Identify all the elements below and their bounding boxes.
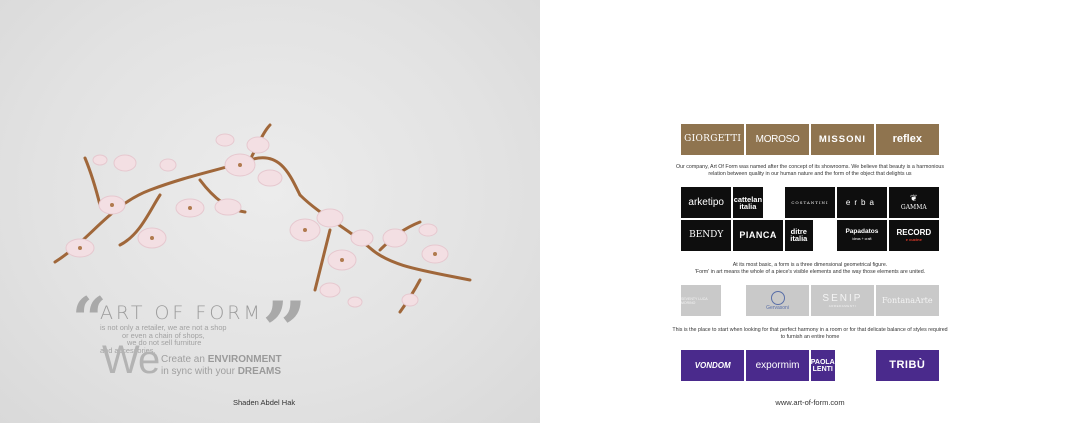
slogan-line-1: Create an ENVIRONMENT <box>161 355 282 365</box>
brand-logos-group-2: arketipo cattelan italia COSTANTINI erba… <box>681 187 939 251</box>
record-subtext: e cucine <box>905 236 922 242</box>
author-name: Shaden Abdel Hak <box>233 398 296 407</box>
left-page: “ ART OF FORM is not only a retailer, we… <box>0 0 540 423</box>
paragraph-line: to furnish an entire home <box>780 334 840 341</box>
slogan-1-emphasis: ENVIRONMENT <box>207 354 282 365</box>
logo-fontanaarte: FontanaArte <box>875 285 939 316</box>
logo-ditre-italia: ditre italia <box>784 219 813 251</box>
logo-vondom: VONDOM <box>681 350 745 381</box>
logo-senip: SENIP ARREDAMENTI <box>810 285 875 316</box>
logo-pianca: PIANCA <box>732 219 784 251</box>
papadatos-label: Papadatos <box>845 228 879 236</box>
logo-expormim: expormim <box>745 350 810 381</box>
logo-moroso: MOROSO <box>745 124 810 155</box>
logo-papadatos: Papadatos ideas + craft <box>836 219 888 251</box>
gamma-label: GAMMA <box>900 203 927 211</box>
logo-giorgetti: GIORGETTI <box>681 124 745 155</box>
logo-bendy: BENDY <box>681 219 732 251</box>
paragraph-line: Our company, Art Of Form was named after… <box>675 164 944 170</box>
logo-record: RECORD e cucine <box>888 219 939 251</box>
website-url[interactable]: www.art-of-form.com <box>740 398 880 407</box>
brand-logos-group-1: GIORGETTI MOROSO MISSONI reflex <box>681 124 939 155</box>
logo-seventy: SEVENTY LUCA MORINO <box>681 285 721 316</box>
right-page: GIORGETTI MOROSO MISSONI reflex Our comp… <box>540 0 1080 423</box>
gamma-emblem-icon: ❦ <box>910 193 918 204</box>
logo-gamma: ❦ GAMMA <box>888 187 939 219</box>
logo-paola-lenti: PAOLA LENTI <box>810 350 835 381</box>
senip-subtext: ARREDAMENTI <box>828 303 857 308</box>
senip-label: SENIP <box>822 292 863 304</box>
logo-gervasoni: Gervasoni <box>745 285 810 316</box>
logo-missoni: MISSONI <box>810 124 875 155</box>
logo-tribu: TRIBÙ <box>875 350 939 381</box>
slogan-line-2: in sync with your DREAMS <box>161 367 281 377</box>
logo-cattelan-italia: cattelan italia <box>732 187 763 219</box>
quote-we: We <box>102 338 160 382</box>
brand-logos-group-4: VONDOM expormim PAOLA LENTI TRIBÙ <box>681 350 939 381</box>
logo-reflex: reflex <box>875 124 939 155</box>
gervasoni-emblem-icon <box>770 290 785 305</box>
paragraph-form: At its most basic, a form is a three dim… <box>670 262 950 277</box>
slogan-2-prefix: in sync with your <box>161 366 238 377</box>
paragraph-company: Our company, Art Of Form was named after… <box>670 164 950 179</box>
logo-erba: erba <box>836 187 888 219</box>
quote-brand: ART OF FORM <box>100 302 263 324</box>
logo-costantini: COSTANTINI <box>784 187 836 219</box>
slogan-1-prefix: Create an <box>161 354 208 365</box>
glass-flowers <box>65 133 449 308</box>
logo-arketipo: arketipo <box>681 187 732 219</box>
paragraph-line: At its most basic, a form is a three dim… <box>732 262 888 268</box>
gervasoni-label: Gervasoni <box>766 304 789 311</box>
paragraph-line: This is the place to start when looking … <box>672 327 948 333</box>
quote-block: “ ART OF FORM is not only a retailer, we… <box>72 290 312 390</box>
paragraph-line: relation between quality in our human na… <box>708 171 912 178</box>
paragraph-place: This is the place to start when looking … <box>670 327 950 342</box>
paragraph-line: 'Form' in art means the whole of a piece… <box>694 269 926 276</box>
slogan-2-emphasis: DREAMS <box>237 366 282 377</box>
brand-logos-group-3: SEVENTY LUCA MORINO Gervasoni SENIP ARRE… <box>681 285 939 316</box>
papadatos-subtext: ideas + craft <box>852 236 872 241</box>
branch-stems <box>53 123 472 314</box>
record-label: RECORD <box>896 227 932 237</box>
